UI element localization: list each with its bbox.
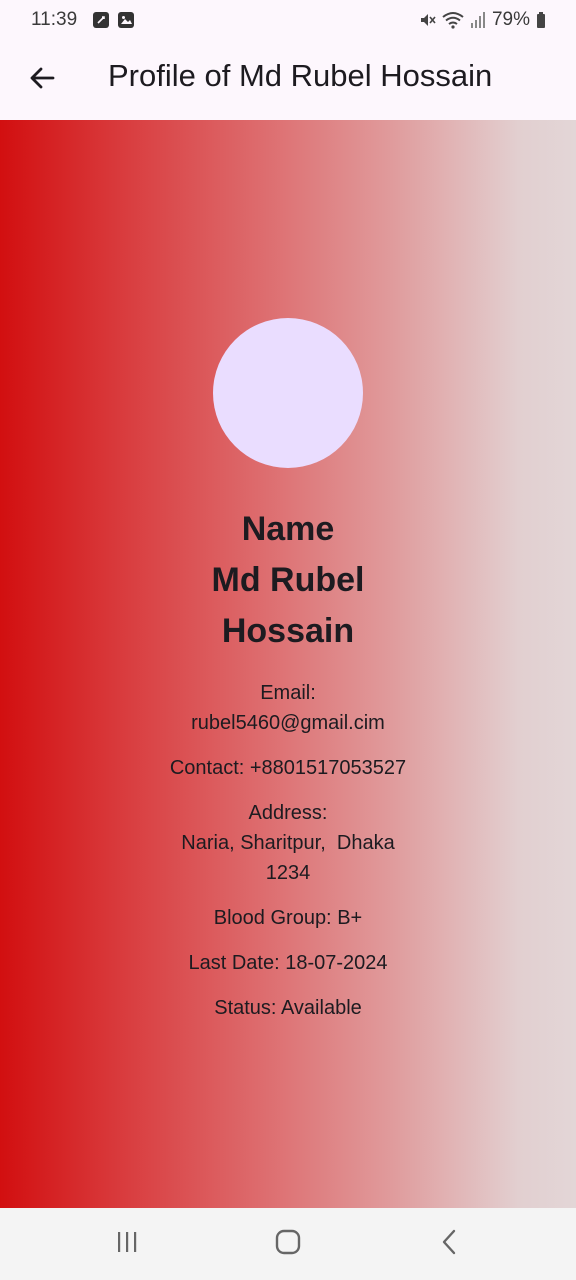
- arrow-left-icon: [28, 64, 56, 97]
- profile-body: Name Md Rubel Hossain Email: rubel5460@g…: [0, 120, 576, 1208]
- contact-value: +8801517053527: [249, 757, 407, 779]
- home-button[interactable]: [268, 1228, 308, 1260]
- signal-icon: [470, 11, 486, 29]
- status-icons: 79%: [418, 9, 546, 31]
- last-date-row: Last Date: 18-07-2024: [138, 948, 438, 978]
- status-time: 11:39: [31, 9, 78, 30]
- address-label: Address:: [248, 802, 328, 824]
- email-row: Email: rubel5460@gmail.cim: [138, 678, 438, 738]
- back-button[interactable]: [22, 60, 62, 100]
- recents-icon: [115, 1230, 139, 1259]
- blood-group-value: B+: [337, 907, 363, 929]
- status-row: Status: Available: [138, 993, 438, 1023]
- battery-percent: 79%: [491, 9, 530, 30]
- chevron-left-icon: [440, 1229, 460, 1260]
- last-date-label: Last Date:: [188, 952, 280, 974]
- recents-button[interactable]: [107, 1228, 147, 1260]
- notification-app-icon: [93, 12, 109, 28]
- status-bar: 11:39 79%: [0, 0, 576, 40]
- system-back-button[interactable]: [430, 1228, 470, 1260]
- email-value: rubel5460@gmail.cim: [191, 712, 385, 734]
- system-nav-bar: [0, 1208, 576, 1280]
- email-label: Email:: [260, 682, 316, 704]
- address-value: Naria, Sharitpur, Dhaka 1234: [181, 832, 401, 884]
- status-value: Available: [280, 997, 362, 1019]
- blood-group-row: Blood Group: B+: [138, 903, 438, 933]
- mute-icon: [418, 11, 436, 29]
- page-title: Profile of Md Rubel Hossain: [108, 58, 493, 93]
- avatar: [213, 318, 363, 468]
- status-label: Status:: [214, 997, 277, 1019]
- profile-info: Name Md Rubel Hossain Email: rubel5460@g…: [138, 504, 438, 1023]
- wifi-icon: [442, 11, 464, 29]
- address-row: Address: Naria, Sharitpur, Dhaka 1234: [138, 798, 438, 888]
- home-icon: [275, 1229, 301, 1260]
- blood-group-label: Blood Group:: [213, 907, 332, 929]
- image-notification-icon: [118, 12, 134, 28]
- contact-row: Contact: +8801517053527: [138, 753, 438, 783]
- last-date-value: 18-07-2024: [285, 952, 388, 974]
- app-bar: Profile of Md Rubel Hossain: [0, 40, 576, 120]
- battery-icon: [536, 11, 546, 29]
- profile-name: Md Rubel Hossain: [211, 561, 365, 650]
- contact-label: Contact:: [169, 757, 245, 779]
- name-heading: Name: [241, 510, 335, 548]
